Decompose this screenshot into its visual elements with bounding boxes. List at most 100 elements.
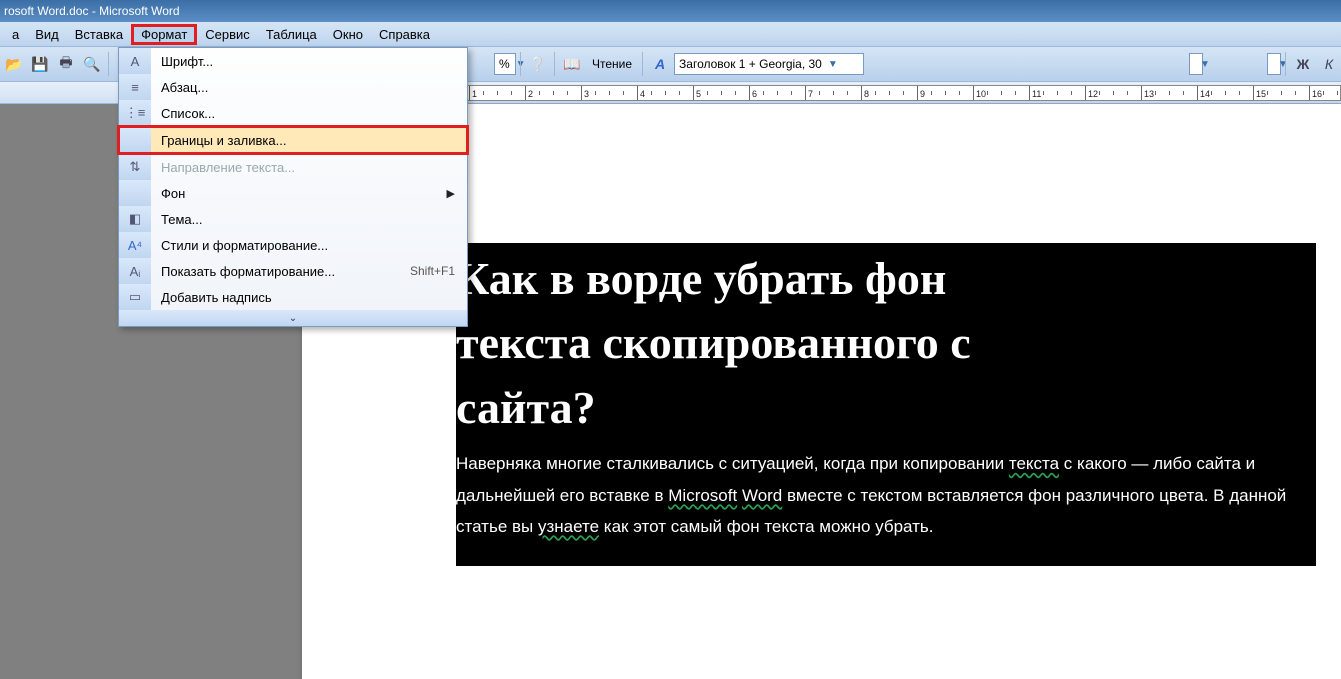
ruler-tick [525, 86, 526, 100]
para-word: Word [742, 486, 782, 505]
ruler-minor-tick [1337, 91, 1338, 95]
selected-text-block[interactable]: Как в ворде убрать фон текста скопирован… [456, 243, 1316, 566]
book-icon[interactable]: 📖 [560, 52, 584, 76]
save-icon[interactable]: 💾 [28, 52, 52, 76]
menu-item-borders-shading[interactable]: Границы и заливка... [119, 127, 467, 153]
paragraph-icon: ≡ [119, 74, 151, 100]
style-icon[interactable]: A [648, 52, 672, 76]
zoom-dropdown[interactable]: % ▼ [494, 53, 516, 75]
reveal-formatting-icon: Aᵢ [119, 258, 151, 284]
ruler-minor-tick [609, 91, 610, 95]
ruler-minor-tick [889, 91, 890, 95]
blank-icon [119, 127, 151, 153]
ruler-number: 3 [584, 89, 589, 99]
open-icon[interactable]: 📂 [2, 52, 26, 76]
menu-help[interactable]: Справка [371, 24, 438, 45]
ruler-minor-tick [1225, 91, 1226, 95]
ruler-minor-tick [1169, 91, 1170, 95]
ruler-minor-tick [1001, 91, 1002, 95]
menu-item-styles[interactable]: A⁴ Стили и форматирование... [119, 232, 467, 258]
ruler-number: 6 [752, 89, 757, 99]
print-icon[interactable]: 🖶 [54, 52, 78, 76]
menu-format[interactable]: Формат [131, 24, 197, 45]
menu-table[interactable]: Таблица [258, 24, 325, 45]
font-icon: A [119, 48, 151, 74]
menu-service[interactable]: Сервис [197, 24, 258, 45]
ruler-number: 14 [1200, 89, 1210, 99]
ruler-minor-tick [1183, 91, 1184, 95]
menu-expand-icon[interactable]: ⌄ [119, 310, 467, 326]
ruler-tick [469, 86, 470, 100]
menu-item-background[interactable]: Фон ▶ [119, 180, 467, 206]
format-dropdown-menu: A Шрифт... ≡ Абзац... ⋮≡ Список... Грани… [118, 47, 468, 327]
menu-item-label: Тема... [151, 212, 455, 227]
caption-icon: ▭ [119, 284, 151, 310]
font-dropdown-end[interactable]: ▼ [1189, 53, 1203, 75]
ruler-minor-tick [931, 91, 932, 95]
ruler-minor-tick [651, 91, 652, 95]
dropdown-arrow-icon: ▼ [828, 59, 838, 70]
menu-insert[interactable]: Вставка [67, 24, 131, 45]
menu-item-label: Добавить надпись [151, 290, 455, 305]
ruler-tick [581, 86, 582, 100]
menu-item-reveal-formatting[interactable]: Aᵢ Показать форматирование... Shift+F1 [119, 258, 467, 284]
window-title: rosoft Word.doc - Microsoft Word [4, 4, 180, 18]
ruler-tick [861, 86, 862, 100]
ruler-number: 15 [1256, 89, 1266, 99]
styles-icon: A⁴ [119, 232, 151, 258]
ruler-minor-tick [1043, 91, 1044, 95]
menu-item-label: Фон [151, 186, 447, 201]
ruler-tick [917, 86, 918, 100]
text-direction-icon: ⇅ [119, 154, 151, 180]
menu-item-label: Шрифт... [151, 54, 455, 69]
ruler-tick [693, 86, 694, 100]
size-dropdown-end[interactable]: ▼ [1267, 53, 1281, 75]
bold-button[interactable]: Ж [1291, 52, 1315, 76]
ruler-number: 10 [976, 89, 986, 99]
ruler-minor-tick [875, 91, 876, 95]
menu-item-add-caption[interactable]: ▭ Добавить надпись [119, 284, 467, 310]
preview-icon[interactable]: 🔍 [80, 52, 104, 76]
menu-window[interactable]: Окно [325, 24, 371, 45]
ruler-minor-tick [1239, 91, 1240, 95]
ruler-minor-tick [1211, 91, 1212, 95]
ruler-minor-tick [1113, 91, 1114, 95]
ruler-minor-tick [777, 91, 778, 95]
menu-view[interactable]: Вид [27, 24, 67, 45]
ruler-number: 9 [920, 89, 925, 99]
toolbar-sep [554, 52, 556, 76]
toolbar-sep [1285, 52, 1287, 76]
reading-mode-label[interactable]: Чтение [586, 57, 638, 71]
style-dropdown[interactable]: Заголовок 1 + Georgia, 30 ▼ [674, 53, 864, 75]
ruler-minor-tick [945, 91, 946, 95]
ruler-tick [1141, 86, 1142, 100]
ruler-tick [1085, 86, 1086, 100]
italic-button[interactable]: К [1317, 52, 1341, 76]
menu-item-font[interactable]: A Шрифт... [119, 48, 467, 74]
menu-item-label: Направление текста... [151, 160, 455, 175]
ruler-tick [749, 86, 750, 100]
menu-item-label: Абзац... [151, 80, 455, 95]
menu-item-theme[interactable]: ◧ Тема... [119, 206, 467, 232]
ruler-minor-tick [511, 91, 512, 95]
ruler-minor-tick [735, 91, 736, 95]
ruler-minor-tick [707, 91, 708, 95]
help-icon[interactable]: ❔ [526, 52, 550, 76]
menu-item-shortcut: Shift+F1 [400, 264, 455, 278]
menu-file[interactable]: а [4, 24, 27, 45]
menu-item-text-direction: ⇅ Направление текста... [119, 154, 467, 180]
ruler-number: 7 [808, 89, 813, 99]
document-paragraph: Наверняка многие сталкивались с ситуацие… [456, 444, 1316, 566]
ruler-minor-tick [567, 91, 568, 95]
zoom-suffix: % [499, 57, 510, 71]
ruler-minor-tick [1267, 91, 1268, 95]
ruler-minor-tick [1127, 91, 1128, 95]
menu-item-list[interactable]: ⋮≡ Список... [119, 100, 467, 126]
ruler-number: 1 [472, 89, 477, 99]
ruler-minor-tick [987, 91, 988, 95]
menu-item-paragraph[interactable]: ≡ Абзац... [119, 74, 467, 100]
dropdown-arrow-icon: ▼ [1200, 59, 1210, 70]
ruler-minor-tick [1155, 91, 1156, 95]
toolbar-sep [642, 52, 644, 76]
ruler-tick [1309, 86, 1310, 100]
